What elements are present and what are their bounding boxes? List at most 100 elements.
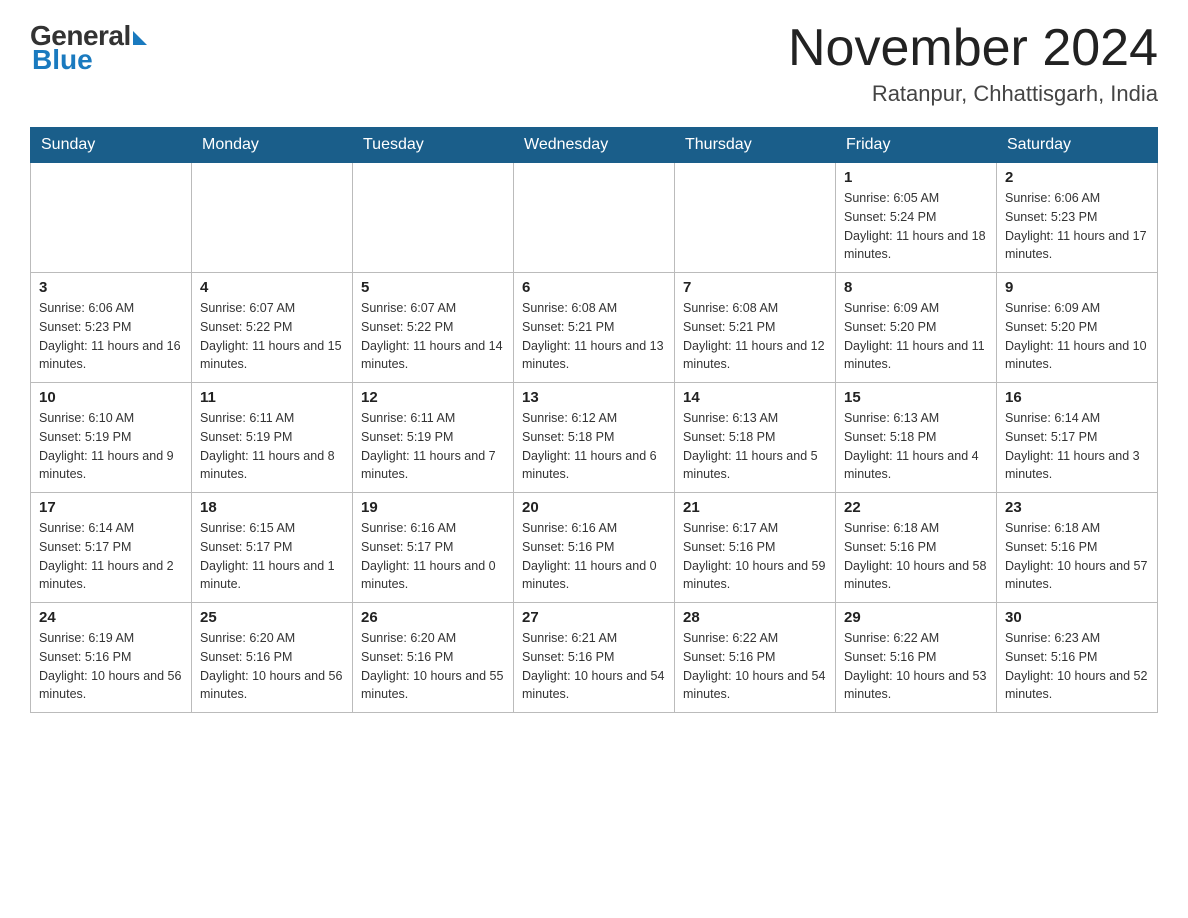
calendar-cell: 19 Sunrise: 6:16 AMSunset: 5:17 PMDayligh… — [353, 493, 514, 603]
calendar-cell: 18Sunrise: 6:15 AMSunset: 5:17 PMDayligh… — [192, 493, 353, 603]
calendar-cell — [353, 163, 514, 273]
day-number: 26 — [361, 609, 505, 626]
day-number: 29 — [844, 609, 988, 626]
calendar-week-row: 17 Sunrise: 6:14 AMSunset: 5:17 PMDayligh… — [31, 493, 1158, 603]
calendar-cell: 24 Sunrise: 6:19 AMSunset: 5:16 PMDayligh… — [31, 603, 192, 713]
day-info: Sunrise: 6:15 AMSunset: 5:17 PMDaylight:… — [200, 519, 344, 594]
day-number: 19 — [361, 499, 505, 516]
day-number: 5 — [361, 279, 505, 296]
calendar-cell: 2 Sunrise: 6:06 AMSunset: 5:23 PMDaylight… — [997, 163, 1158, 273]
day-number: 27 — [522, 609, 666, 626]
day-number: 1 — [844, 169, 988, 186]
calendar-cell: 16Sunrise: 6:14 AMSunset: 5:17 PMDayligh… — [997, 383, 1158, 493]
day-info: Sunrise: 6:20 AMSunset: 5:16 PMDaylight:… — [200, 629, 344, 704]
day-info: Sunrise: 6:17 AMSunset: 5:16 PMDaylight:… — [683, 519, 827, 594]
month-title: November 2024 — [788, 20, 1158, 77]
calendar-cell: 25 Sunrise: 6:20 AMSunset: 5:16 PMDayligh… — [192, 603, 353, 713]
title-block: November 2024 Ratanpur, Chhattisgarh, In… — [788, 20, 1158, 107]
calendar-cell — [675, 163, 836, 273]
day-info: Sunrise: 6:13 AMSunset: 5:18 PMDaylight:… — [683, 409, 827, 484]
calendar-cell — [31, 163, 192, 273]
day-info: Sunrise: 6:14 AMSunset: 5:17 PMDaylight:… — [1005, 409, 1149, 484]
calendar-cell: 17 Sunrise: 6:14 AMSunset: 5:17 PMDayligh… — [31, 493, 192, 603]
day-info: Sunrise: 6:08 AMSunset: 5:21 PMDaylight:… — [522, 299, 666, 374]
calendar-cell: 12Sunrise: 6:11 AMSunset: 5:19 PMDayligh… — [353, 383, 514, 493]
day-number: 3 — [39, 279, 183, 296]
day-info: Sunrise: 6:10 AMSunset: 5:19 PMDaylight:… — [39, 409, 183, 484]
calendar-cell: 29 Sunrise: 6:22 AMSunset: 5:16 PMDayligh… — [836, 603, 997, 713]
day-number: 6 — [522, 279, 666, 296]
day-number: 11 — [200, 389, 344, 406]
day-number: 9 — [1005, 279, 1149, 296]
calendar-week-row: 24 Sunrise: 6:19 AMSunset: 5:16 PMDayligh… — [31, 603, 1158, 713]
day-number: 15 — [844, 389, 988, 406]
calendar-cell: 15 Sunrise: 6:13 AMSunset: 5:18 PMDayligh… — [836, 383, 997, 493]
day-number: 25 — [200, 609, 344, 626]
day-info: Sunrise: 6:22 AMSunset: 5:16 PMDaylight:… — [844, 629, 988, 704]
day-number: 17 — [39, 499, 183, 516]
weekday-header: Wednesday — [514, 128, 675, 163]
day-number: 23 — [1005, 499, 1149, 516]
day-info: Sunrise: 6:09 AMSunset: 5:20 PMDaylight:… — [1005, 299, 1149, 374]
calendar-cell: 11 Sunrise: 6:11 AMSunset: 5:19 PMDayligh… — [192, 383, 353, 493]
day-info: Sunrise: 6:12 AMSunset: 5:18 PMDaylight:… — [522, 409, 666, 484]
day-info: Sunrise: 6:20 AMSunset: 5:16 PMDaylight:… — [361, 629, 505, 704]
day-number: 14 — [683, 389, 827, 406]
day-info: Sunrise: 6:14 AMSunset: 5:17 PMDaylight:… — [39, 519, 183, 594]
day-number: 12 — [361, 389, 505, 406]
day-number: 24 — [39, 609, 183, 626]
day-info: Sunrise: 6:16 AMSunset: 5:16 PMDaylight:… — [522, 519, 666, 594]
calendar-cell: 7Sunrise: 6:08 AMSunset: 5:21 PMDaylight… — [675, 273, 836, 383]
calendar-cell: 27 Sunrise: 6:21 AMSunset: 5:16 PMDayligh… — [514, 603, 675, 713]
weekday-header: Saturday — [997, 128, 1158, 163]
day-number: 10 — [39, 389, 183, 406]
day-info: Sunrise: 6:05 AMSunset: 5:24 PMDaylight:… — [844, 189, 988, 264]
calendar-cell: 6 Sunrise: 6:08 AMSunset: 5:21 PMDaylight… — [514, 273, 675, 383]
calendar-cell: 23 Sunrise: 6:18 AMSunset: 5:16 PMDayligh… — [997, 493, 1158, 603]
day-info: Sunrise: 6:19 AMSunset: 5:16 PMDaylight:… — [39, 629, 183, 704]
day-info: Sunrise: 6:06 AMSunset: 5:23 PMDaylight:… — [1005, 189, 1149, 264]
day-info: Sunrise: 6:09 AMSunset: 5:20 PMDaylight:… — [844, 299, 988, 374]
calendar-week-row: 10 Sunrise: 6:10 AMSunset: 5:19 PMDayligh… — [31, 383, 1158, 493]
calendar-cell: 8 Sunrise: 6:09 AMSunset: 5:20 PMDaylight… — [836, 273, 997, 383]
day-info: Sunrise: 6:18 AMSunset: 5:16 PMDaylight:… — [1005, 519, 1149, 594]
day-info: Sunrise: 6:23 AMSunset: 5:16 PMDaylight:… — [1005, 629, 1149, 704]
calendar-header-row: SundayMondayTuesdayWednesdayThursdayFrid… — [31, 128, 1158, 163]
day-number: 22 — [844, 499, 988, 516]
calendar-cell: 26 Sunrise: 6:20 AMSunset: 5:16 PMDayligh… — [353, 603, 514, 713]
logo-blue-text: Blue — [32, 44, 93, 76]
day-info: Sunrise: 6:13 AMSunset: 5:18 PMDaylight:… — [844, 409, 988, 484]
calendar-cell: 22 Sunrise: 6:18 AMSunset: 5:16 PMDayligh… — [836, 493, 997, 603]
day-number: 30 — [1005, 609, 1149, 626]
day-info: Sunrise: 6:06 AMSunset: 5:23 PMDaylight:… — [39, 299, 183, 374]
weekday-header: Tuesday — [353, 128, 514, 163]
day-info: Sunrise: 6:18 AMSunset: 5:16 PMDaylight:… — [844, 519, 988, 594]
calendar-cell: 21 Sunrise: 6:17 AMSunset: 5:16 PMDayligh… — [675, 493, 836, 603]
calendar-cell: 5 Sunrise: 6:07 AMSunset: 5:22 PMDaylight… — [353, 273, 514, 383]
weekday-header: Sunday — [31, 128, 192, 163]
day-info: Sunrise: 6:21 AMSunset: 5:16 PMDaylight:… — [522, 629, 666, 704]
calendar-week-row: 3 Sunrise: 6:06 AMSunset: 5:23 PMDaylight… — [31, 273, 1158, 383]
calendar-table: SundayMondayTuesdayWednesdayThursdayFrid… — [30, 127, 1158, 713]
calendar-week-row: 1 Sunrise: 6:05 AMSunset: 5:24 PMDaylight… — [31, 163, 1158, 273]
day-info: Sunrise: 6:08 AMSunset: 5:21 PMDaylight:… — [683, 299, 827, 374]
calendar-cell: 13Sunrise: 6:12 AMSunset: 5:18 PMDayligh… — [514, 383, 675, 493]
calendar-cell: 9 Sunrise: 6:09 AMSunset: 5:20 PMDaylight… — [997, 273, 1158, 383]
day-info: Sunrise: 6:16 AMSunset: 5:17 PMDaylight:… — [361, 519, 505, 594]
weekday-header: Thursday — [675, 128, 836, 163]
day-number: 2 — [1005, 169, 1149, 186]
day-number: 21 — [683, 499, 827, 516]
calendar-cell: 20 Sunrise: 6:16 AMSunset: 5:16 PMDayligh… — [514, 493, 675, 603]
day-info: Sunrise: 6:11 AMSunset: 5:19 PMDaylight:… — [200, 409, 344, 484]
day-info: Sunrise: 6:07 AMSunset: 5:22 PMDaylight:… — [361, 299, 505, 374]
logo-arrow-icon — [133, 31, 147, 45]
weekday-header: Monday — [192, 128, 353, 163]
day-number: 20 — [522, 499, 666, 516]
day-number: 8 — [844, 279, 988, 296]
page-header: General Blue November 2024 Ratanpur, Chh… — [30, 20, 1158, 107]
day-info: Sunrise: 6:22 AMSunset: 5:16 PMDaylight:… — [683, 629, 827, 704]
calendar-cell: 10 Sunrise: 6:10 AMSunset: 5:19 PMDayligh… — [31, 383, 192, 493]
day-info: Sunrise: 6:07 AMSunset: 5:22 PMDaylight:… — [200, 299, 344, 374]
calendar-cell: 14 Sunrise: 6:13 AMSunset: 5:18 PMDayligh… — [675, 383, 836, 493]
calendar-cell — [514, 163, 675, 273]
